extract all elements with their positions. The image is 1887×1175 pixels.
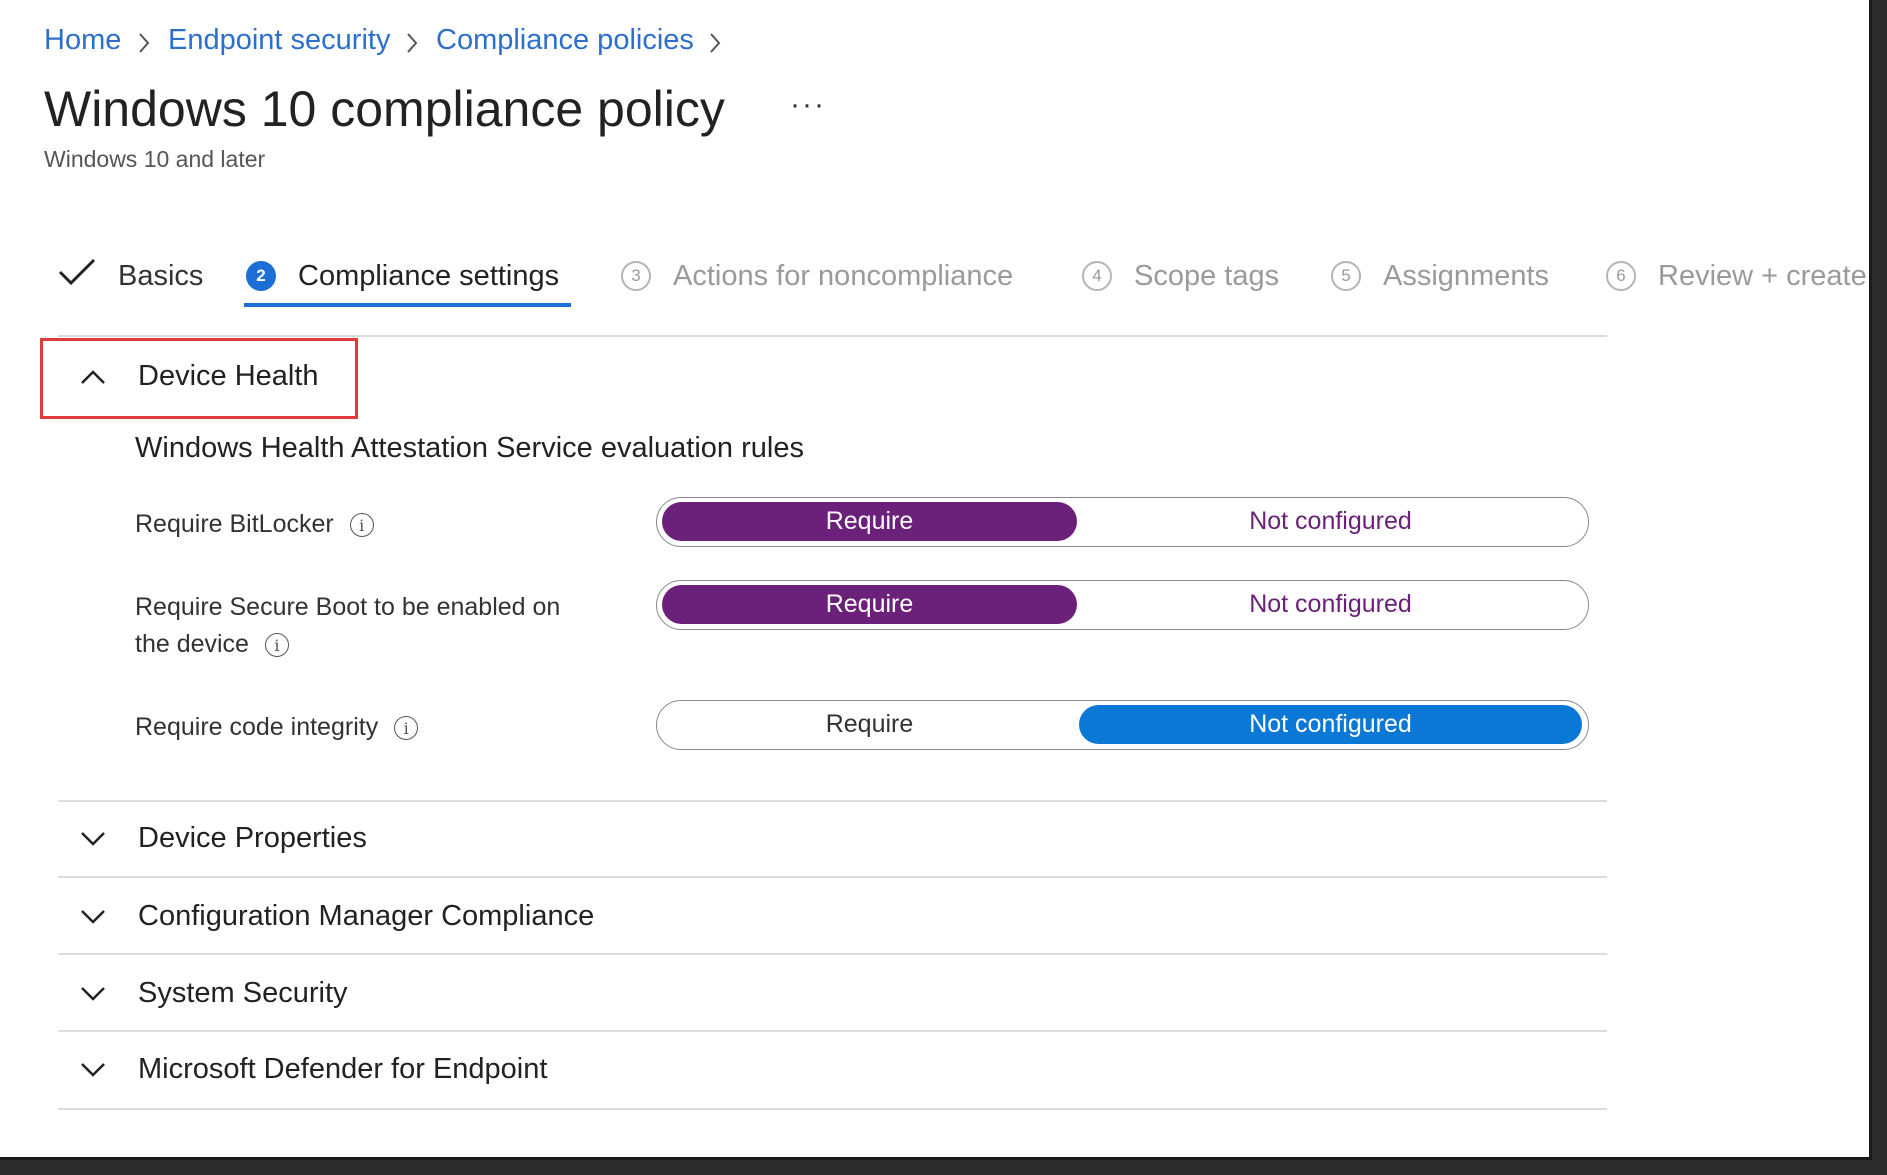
tab-scope-tags[interactable]: 4 Scope tags	[1082, 255, 1279, 297]
section-device-properties-header[interactable]: Device Properties	[80, 818, 367, 858]
setting-label-text: Require code integrity	[135, 713, 379, 741]
option-not-configured[interactable]: Not configured	[1079, 705, 1582, 744]
tab-label: Actions for noncompliance	[673, 259, 1014, 292]
setting-label-require-bitlocker: Require BitLocker i	[135, 506, 625, 543]
option-not-configured[interactable]: Not configured	[1079, 585, 1582, 624]
divider	[58, 1108, 1607, 1110]
option-not-configured[interactable]: Not configured	[1079, 502, 1582, 541]
divider	[58, 335, 1607, 337]
setting-label-text: Require Secure Boot to be enabled on	[135, 593, 561, 621]
toggle-require-bitlocker[interactable]: Require Not configured	[656, 497, 1589, 547]
breadcrumb-home-link[interactable]: Home	[44, 24, 121, 57]
tab-compliance-settings[interactable]: 2 Compliance settings	[246, 255, 559, 297]
divider	[58, 800, 1607, 802]
section-label: Microsoft Defender for Endpoint	[138, 1052, 548, 1085]
toggle-require-code-integrity[interactable]: Require Not configured	[656, 700, 1589, 750]
step-number-badge: 6	[1606, 261, 1636, 291]
app-window: Home Endpoint security Compliance polici…	[0, 0, 1872, 1160]
divider	[58, 876, 1607, 878]
option-require[interactable]: Require	[662, 705, 1077, 744]
section-device-health-header[interactable]: Device Health	[80, 356, 319, 396]
step-number-badge: 4	[1082, 261, 1112, 291]
chevron-right-icon	[405, 32, 419, 54]
step-number-badge: 5	[1331, 261, 1361, 291]
step-number-badge: 2	[246, 261, 276, 291]
chevron-right-icon	[137, 32, 151, 54]
rules-title: Windows Health Attestation Service evalu…	[135, 432, 804, 464]
tab-basics[interactable]: Basics	[58, 255, 203, 297]
section-system-security-header[interactable]: System Security	[80, 973, 348, 1013]
more-options-button[interactable]: ···	[790, 88, 826, 122]
chevron-down-icon	[80, 1053, 138, 1086]
info-icon[interactable]: i	[349, 513, 374, 538]
section-label: System Security	[138, 976, 348, 1009]
info-icon[interactable]: i	[394, 716, 419, 741]
section-label: Configuration Manager Compliance	[138, 899, 595, 932]
chevron-down-icon	[80, 977, 138, 1010]
tab-actions-for-noncompliance[interactable]: 3 Actions for noncompliance	[621, 255, 1013, 297]
chevron-up-icon	[80, 360, 138, 393]
option-require[interactable]: Require	[662, 502, 1077, 541]
chevron-down-icon	[80, 900, 138, 933]
active-tab-indicator	[244, 303, 571, 307]
section-microsoft-defender-header[interactable]: Microsoft Defender for Endpoint	[80, 1049, 547, 1089]
breadcrumb-compliance-policies-link[interactable]: Compliance policies	[436, 24, 694, 57]
checkmark-icon	[58, 257, 96, 295]
chevron-right-icon	[708, 32, 722, 54]
section-label: Device Properties	[138, 821, 367, 854]
page-title: Windows 10 compliance policy	[44, 81, 725, 137]
section-configuration-manager-compliance-header[interactable]: Configuration Manager Compliance	[80, 896, 594, 936]
tab-assignments[interactable]: 5 Assignments	[1331, 255, 1549, 297]
tab-label: Assignments	[1383, 259, 1550, 292]
option-require[interactable]: Require	[662, 585, 1077, 624]
setting-label-require-code-integrity: Require code integrity i	[135, 709, 625, 746]
step-number-badge: 3	[621, 261, 651, 291]
setting-label-require-secure-boot: Require Secure Boot to be enabled on the…	[135, 589, 625, 663]
tab-review-create[interactable]: 6 Review + create	[1606, 255, 1867, 297]
tab-label: Basics	[118, 259, 204, 292]
page-subtitle: Windows 10 and later	[44, 146, 266, 172]
tab-label: Scope tags	[1134, 259, 1280, 292]
section-label: Device Health	[138, 359, 319, 392]
divider	[58, 1030, 1607, 1032]
chevron-down-icon	[80, 822, 138, 855]
info-icon[interactable]: i	[264, 633, 289, 658]
setting-label-text: Require BitLocker	[135, 510, 334, 538]
setting-label-text: the device	[135, 630, 249, 658]
toggle-require-secure-boot[interactable]: Require Not configured	[656, 580, 1589, 630]
divider	[58, 953, 1607, 955]
breadcrumb-endpoint-security-link[interactable]: Endpoint security	[168, 24, 390, 57]
tab-label: Review + create	[1658, 259, 1867, 292]
tab-label: Compliance settings	[298, 259, 560, 292]
